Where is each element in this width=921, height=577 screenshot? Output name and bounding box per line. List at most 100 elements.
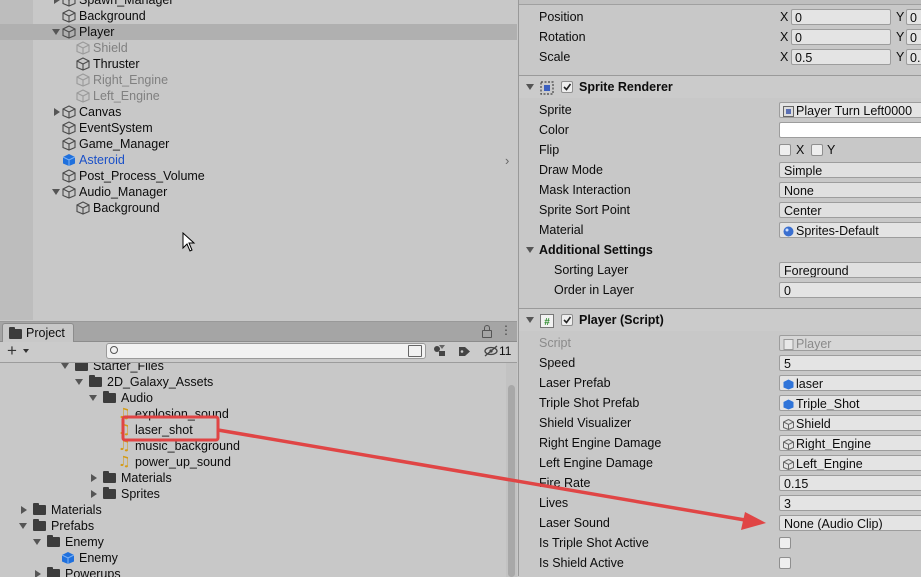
right-engine-damage-field[interactable]: Right_Engine bbox=[779, 435, 921, 451]
shield-visualizer-field[interactable]: Shield bbox=[779, 415, 921, 431]
filter-by-label-icon[interactable] bbox=[458, 346, 471, 360]
project-item[interactable]: ♫ music_background bbox=[0, 438, 505, 454]
expanded-arrow-icon[interactable] bbox=[52, 189, 60, 195]
sprite-renderer-enabled-checkbox[interactable] bbox=[561, 81, 573, 93]
hierarchy-item[interactable]: Thruster bbox=[0, 56, 517, 72]
hierarchy-item[interactable]: Post_Process_Volume bbox=[0, 168, 517, 184]
project-item[interactable]: ♫ power_up_sound bbox=[0, 454, 505, 470]
search-by-type-icon[interactable] bbox=[408, 345, 422, 357]
project-item[interactable]: 2D_Galaxy_Assets bbox=[0, 374, 505, 390]
hierarchy-item[interactable]: Right_Engine bbox=[0, 72, 517, 88]
scale-y-field[interactable]: 0. bbox=[906, 49, 921, 65]
tab-project[interactable]: Project bbox=[2, 323, 74, 343]
filter-by-type-icon[interactable] bbox=[433, 345, 445, 357]
scrollbar-thumb[interactable] bbox=[508, 385, 515, 577]
player-script-enabled-checkbox[interactable] bbox=[561, 314, 573, 326]
expanded-arrow-icon[interactable] bbox=[61, 363, 69, 369]
fire-rate-field[interactable]: 0.15 bbox=[779, 475, 921, 491]
hierarchy-item[interactable]: Shield bbox=[0, 40, 517, 56]
project-item-label: Prefabs bbox=[51, 519, 95, 533]
position-y-field[interactable]: 0 bbox=[906, 9, 921, 25]
lock-icon[interactable] bbox=[482, 330, 492, 338]
collapsed-arrow-icon[interactable] bbox=[91, 474, 97, 482]
sprite-sort-point-row: Sprite Sort Point Center bbox=[519, 200, 921, 220]
project-item[interactable]: Powerups bbox=[0, 566, 505, 577]
speed-field[interactable]: 5 bbox=[779, 355, 921, 371]
collapsed-arrow-icon[interactable] bbox=[21, 506, 27, 514]
create-plus-icon[interactable]: + bbox=[7, 342, 17, 360]
sprite-field[interactable]: Player Turn Left0000 bbox=[779, 102, 921, 118]
left-engine-damage-field[interactable]: Left_Engine bbox=[779, 455, 921, 471]
audio-clip-icon: ♫ bbox=[118, 438, 131, 454]
collapsed-arrow-icon[interactable] bbox=[54, 108, 60, 116]
mask-interaction-dropdown[interactable]: None bbox=[779, 182, 921, 198]
hierarchy-item[interactable]: Left_Engine bbox=[0, 88, 517, 104]
expanded-arrow-icon[interactable] bbox=[52, 29, 60, 35]
additional-settings-row[interactable]: Additional Settings bbox=[519, 240, 921, 260]
gameobject-cube-icon bbox=[62, 121, 76, 135]
search-input[interactable] bbox=[106, 343, 426, 359]
hierarchy-item[interactable]: Background bbox=[0, 200, 517, 216]
flip-row: Flip X Y bbox=[519, 140, 921, 160]
scale-x-field[interactable]: 0.5 bbox=[791, 49, 891, 65]
project-item[interactable]: Materials bbox=[0, 470, 505, 486]
flip-x-checkbox[interactable] bbox=[779, 144, 791, 156]
color-swatch[interactable] bbox=[779, 122, 921, 138]
lives-row: Lives 3 bbox=[519, 493, 921, 513]
hierarchy-item[interactable]: Spawn_Manager bbox=[0, 0, 517, 8]
lives-field[interactable]: 3 bbox=[779, 495, 921, 511]
project-item[interactable]: Enemy bbox=[0, 550, 505, 566]
hierarchy-item[interactable]: Player bbox=[0, 24, 517, 40]
lives-label: Lives bbox=[539, 496, 569, 510]
menu-icon[interactable]: ⋮ bbox=[500, 323, 512, 337]
chevron-right-icon[interactable]: › bbox=[505, 153, 509, 168]
create-dropdown-icon[interactable] bbox=[23, 349, 29, 353]
project-item[interactable]: Starter_Files bbox=[0, 363, 505, 374]
collapsed-arrow-icon[interactable] bbox=[54, 0, 60, 4]
project-item-label: power_up_sound bbox=[135, 455, 231, 469]
project-scrollbar[interactable] bbox=[506, 363, 517, 577]
project-item[interactable]: Sprites bbox=[0, 486, 505, 502]
expanded-arrow-icon[interactable] bbox=[89, 395, 97, 401]
sprite-sort-point-label: Sprite Sort Point bbox=[539, 203, 631, 217]
sorting-layer-dropdown[interactable]: Foreground bbox=[779, 262, 921, 278]
hierarchy-item[interactable]: Game_Manager bbox=[0, 136, 517, 152]
project-item[interactable]: Materials bbox=[0, 502, 505, 518]
collapsed-arrow-icon[interactable] bbox=[91, 490, 97, 498]
player-script-header[interactable]: # Player (Script) bbox=[519, 308, 921, 331]
hierarchy-item[interactable]: Audio_Manager bbox=[0, 184, 517, 200]
project-item[interactable]: ♫ explosion_sound bbox=[0, 406, 505, 422]
laser-sound-field[interactable]: None (Audio Clip) bbox=[779, 515, 921, 531]
hierarchy-item[interactable]: Asteroid bbox=[0, 152, 517, 168]
sprite-sort-point-dropdown[interactable]: Center bbox=[779, 202, 921, 218]
project-item[interactable]: Prefabs bbox=[0, 518, 505, 534]
project-item[interactable]: ♫ laser_shot bbox=[0, 422, 505, 438]
collapse-arrow-icon[interactable] bbox=[526, 84, 534, 90]
is-shield-active-checkbox[interactable] bbox=[779, 557, 791, 569]
hierarchy-item[interactable]: Background bbox=[0, 8, 517, 24]
fire-rate-label: Fire Rate bbox=[539, 476, 591, 490]
material-field[interactable]: Sprites-Default bbox=[779, 222, 921, 238]
sprite-renderer-header[interactable]: Sprite Renderer bbox=[519, 75, 921, 98]
project-item[interactable]: Audio bbox=[0, 390, 505, 406]
expanded-arrow-icon[interactable] bbox=[19, 523, 27, 529]
triple-shot-prefab-field[interactable]: Triple_Shot bbox=[779, 395, 921, 411]
flip-y-checkbox[interactable] bbox=[811, 144, 823, 156]
collapse-arrow-icon[interactable] bbox=[526, 317, 534, 323]
laser-prefab-field[interactable]: laser bbox=[779, 375, 921, 391]
hierarchy-item[interactable]: EventSystem bbox=[0, 120, 517, 136]
order-in-layer-field[interactable]: 0 bbox=[779, 282, 921, 298]
rotation-x-field[interactable]: 0 bbox=[791, 29, 891, 45]
position-x-field[interactable]: 0 bbox=[791, 9, 891, 25]
is-triple-shot-active-checkbox[interactable] bbox=[779, 537, 791, 549]
hidden-packages-icon[interactable] bbox=[484, 345, 498, 360]
draw-mode-dropdown[interactable]: Simple bbox=[779, 162, 921, 178]
rotation-y-field[interactable]: 0 bbox=[906, 29, 921, 45]
folder-icon bbox=[33, 503, 46, 515]
expanded-arrow-icon[interactable] bbox=[75, 379, 83, 385]
is-shield-active-label: Is Shield Active bbox=[539, 556, 624, 570]
project-item[interactable]: Enemy bbox=[0, 534, 505, 550]
hierarchy-item[interactable]: Canvas bbox=[0, 104, 517, 120]
collapse-arrow-icon[interactable] bbox=[526, 247, 534, 253]
expanded-arrow-icon[interactable] bbox=[33, 539, 41, 545]
